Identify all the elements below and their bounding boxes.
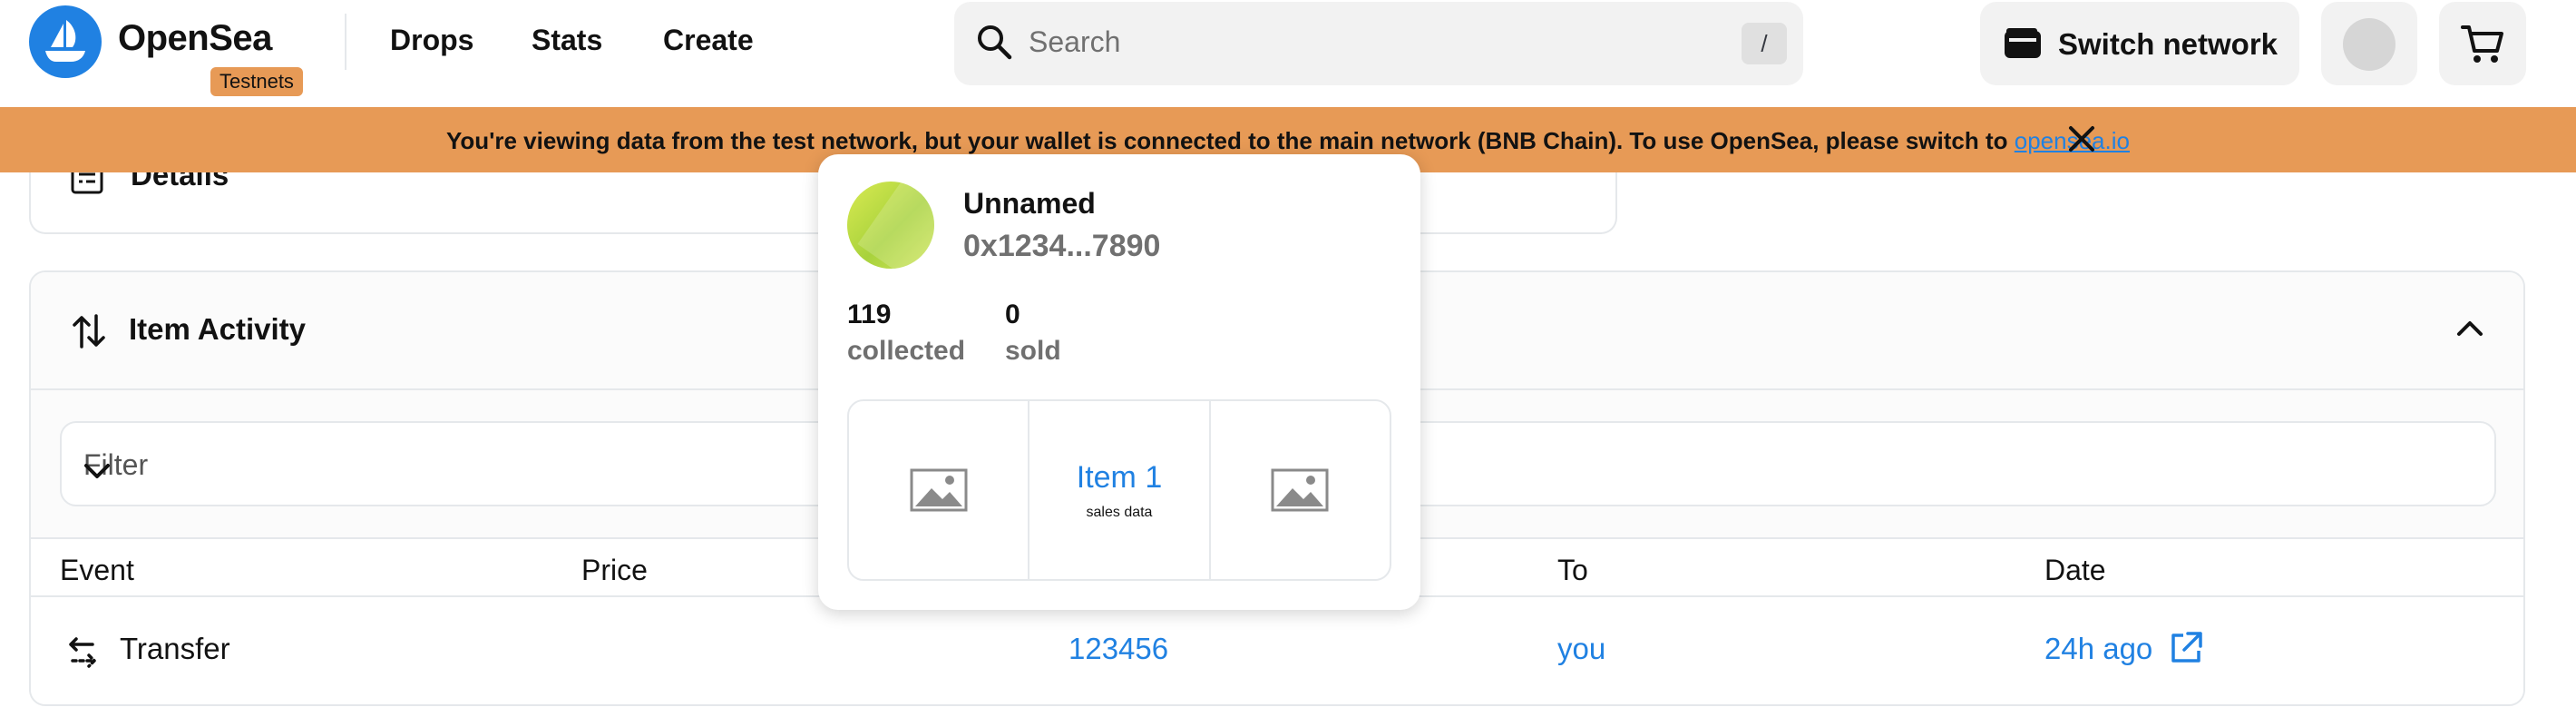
col-to: To [1557,554,1588,586]
col-price: Price [581,554,648,586]
image-placeholder-icon [910,468,968,512]
item-tile-subtitle: sales data [1086,504,1153,520]
profile-button[interactable] [2321,2,2417,85]
account-address[interactable]: 0x1234...7890 [963,229,1160,264]
cart-icon [2461,25,2503,63]
search-input[interactable]: Search / [954,2,1803,85]
item-preview-grid: Item 1 sales data [847,399,1391,581]
event-type: Transfer [120,632,230,665]
collected-count: 119 [847,300,892,329]
avatar [2343,18,2395,71]
testnets-badge: Testnets [210,67,303,96]
search-shortcut-key: / [1742,23,1787,64]
sold-label: sold [1005,336,1061,366]
item-activity-title: Item Activity [129,312,307,346]
sort-arrows-icon [71,312,107,355]
banner-message: You're viewing data from the test networ… [446,127,2130,154]
switch-network-label: Switch network [2058,27,2278,61]
cart-button[interactable] [2439,2,2526,85]
col-event: Event [60,554,134,586]
top-nav: OpenSea Testnets Drops Stats Create Sear… [0,0,2576,107]
date-link[interactable]: 24h ago [2044,632,2152,666]
account-avatar[interactable] [847,182,934,269]
search-placeholder: Search [1029,25,1121,58]
item-tile-1[interactable] [849,401,1030,579]
item-tile-2[interactable]: Item 1 sales data [1029,401,1211,579]
close-icon[interactable] [2066,123,2097,159]
item-tile-3[interactable] [1211,401,1390,579]
account-name[interactable]: Unnamed [963,187,1096,221]
wallet-icon [2004,27,2042,67]
header-divider [345,14,346,70]
sold-count: 0 [1005,300,1020,329]
chevron-up-icon[interactable] [2456,319,2483,342]
transfer-icon [65,637,100,673]
from-link[interactable]: 123456 [1068,632,1168,666]
opensea-logo-icon[interactable] [29,5,102,78]
switch-network-button[interactable]: Switch network [1980,2,2299,85]
collected-label: collected [847,336,966,366]
brand-name[interactable]: OpenSea [118,18,272,59]
account-popover: Unnamed 0x1234...7890 119 collected 0 so… [818,154,1420,610]
item-tile-title: Item 1 [1076,459,1163,495]
external-link-icon[interactable] [2168,630,2204,671]
search-icon [974,22,1014,66]
table-row: Transfer 123456 you 24h ago [31,597,2523,704]
nav-create[interactable]: Create [663,24,754,57]
col-date: Date [2044,554,2106,586]
nav-stats[interactable]: Stats [532,24,602,57]
nav-drops[interactable]: Drops [390,24,473,57]
image-placeholder-icon [1271,468,1329,512]
to-link[interactable]: you [1557,632,1605,666]
